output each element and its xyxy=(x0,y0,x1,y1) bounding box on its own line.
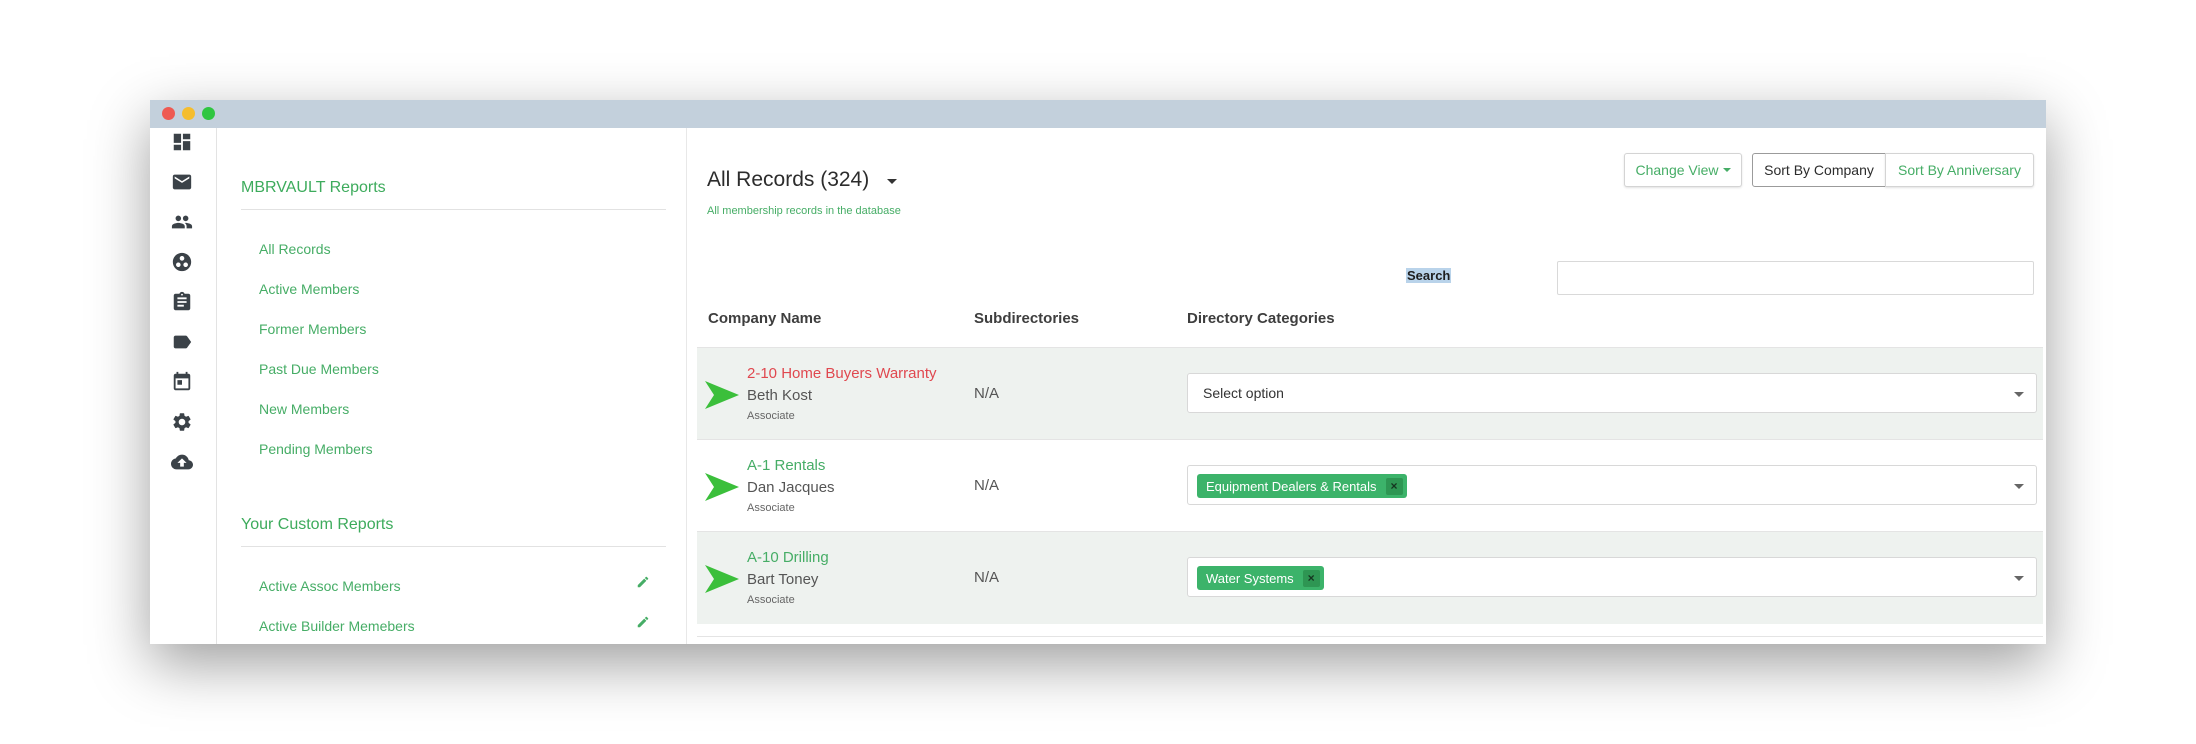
icon-nav-bar xyxy=(150,128,217,644)
table-row-partial xyxy=(697,636,2043,644)
chevron-down-icon xyxy=(2014,576,2024,581)
company-name-link[interactable]: A-10 Drilling xyxy=(747,549,829,566)
report-link-past-due-members[interactable]: Past Due Members xyxy=(259,361,379,377)
remove-tag-icon[interactable]: × xyxy=(1302,569,1320,587)
records-panel: All Records (324) All membership records… xyxy=(687,128,2046,644)
category-tag: Equipment Dealers & Rentals × xyxy=(1197,474,1407,498)
people-icon[interactable] xyxy=(170,210,194,234)
select-placeholder: Select option xyxy=(1203,385,1284,401)
remove-tag-icon[interactable]: × xyxy=(1385,477,1403,495)
member-role: Associate xyxy=(747,502,795,514)
gear-icon[interactable] xyxy=(170,410,194,434)
subdirectories-value: N/A xyxy=(974,385,1000,402)
mbrvault-reports-heading: MBRVAULT Reports xyxy=(241,179,666,210)
arrow-logo-icon xyxy=(703,380,741,410)
table-row: A-1 Rentals Dan Jacques Associate N/A Eq… xyxy=(697,439,2043,532)
column-header-subdirectories[interactable]: Subdirectories xyxy=(974,310,1079,327)
column-header-company-name[interactable]: Company Name xyxy=(708,310,821,327)
search-input[interactable] xyxy=(1557,261,2034,295)
chevron-down-icon xyxy=(2014,392,2024,397)
edit-icon[interactable] xyxy=(636,575,650,589)
contact-name: Beth Kost xyxy=(747,387,813,404)
dashboard-icon[interactable] xyxy=(170,130,194,154)
sort-by-company-button[interactable]: Sort By Company xyxy=(1752,153,1886,187)
company-name-link[interactable]: A-1 Rentals xyxy=(747,457,825,474)
contact-name: Dan Jacques xyxy=(747,479,835,496)
label-icon[interactable] xyxy=(170,330,194,354)
company-name-link[interactable]: 2-10 Home Buyers Warranty xyxy=(747,365,937,382)
member-role: Associate xyxy=(747,410,795,422)
caret-down-icon xyxy=(1722,168,1731,172)
clipboard-icon[interactable] xyxy=(170,290,194,314)
app-window: MBRVAULT Reports All Records Active Memb… xyxy=(150,100,2046,644)
custom-report-active-builder-members[interactable]: Active Builder Memebers xyxy=(259,618,415,634)
close-window-button[interactable] xyxy=(162,107,175,120)
arrow-logo-icon xyxy=(703,472,741,502)
mail-icon[interactable] xyxy=(170,170,194,194)
category-tag-label: Equipment Dealers & Rentals xyxy=(1206,478,1377,494)
subdirectories-value: N/A xyxy=(974,477,1000,494)
edit-icon[interactable] xyxy=(636,615,650,629)
minimize-window-button[interactable] xyxy=(182,107,195,120)
reports-sidebar: MBRVAULT Reports All Records Active Memb… xyxy=(216,128,687,644)
calendar-icon[interactable] xyxy=(170,370,194,394)
cloud-upload-icon[interactable] xyxy=(170,450,194,474)
subdirectories-value: N/A xyxy=(974,569,1000,586)
sort-by-anniversary-button[interactable]: Sort By Anniversary xyxy=(1885,153,2034,187)
custom-reports-heading: Your Custom Reports xyxy=(241,516,666,547)
directory-category-select[interactable]: Water Systems × xyxy=(1187,557,2037,597)
table-row: 2-10 Home Buyers Warranty Beth Kost Asso… xyxy=(697,347,2043,440)
directory-category-select[interactable]: Equipment Dealers & Rentals × xyxy=(1187,465,2037,505)
search-label: Search xyxy=(1406,268,1452,283)
report-link-former-members[interactable]: Former Members xyxy=(259,321,366,337)
page-subtitle: All membership records in the database xyxy=(707,205,901,217)
category-tag-label: Water Systems xyxy=(1206,570,1294,586)
report-link-active-members[interactable]: Active Members xyxy=(259,281,359,297)
report-link-pending-members[interactable]: Pending Members xyxy=(259,441,373,457)
maximize-window-button[interactable] xyxy=(202,107,215,120)
column-header-directory-categories[interactable]: Directory Categories xyxy=(1187,310,1335,327)
window-titlebar xyxy=(150,100,2046,128)
table-row: A-10 Drilling Bart Toney Associate N/A W… xyxy=(697,531,2043,624)
report-link-new-members[interactable]: New Members xyxy=(259,401,349,417)
custom-report-active-assoc-members[interactable]: Active Assoc Members xyxy=(259,578,401,594)
chevron-down-icon xyxy=(2014,484,2024,489)
category-tag: Water Systems × xyxy=(1197,566,1324,590)
report-link-all-records[interactable]: All Records xyxy=(259,241,331,257)
member-role: Associate xyxy=(747,594,795,606)
change-view-button[interactable]: Change View xyxy=(1624,153,1742,187)
caret-down-icon[interactable] xyxy=(887,179,897,184)
directory-category-select[interactable]: Select option xyxy=(1187,373,2037,413)
page-title[interactable]: All Records (324) xyxy=(707,168,869,192)
contact-name: Bart Toney xyxy=(747,571,819,588)
group-icon[interactable] xyxy=(170,250,194,274)
change-view-label: Change View xyxy=(1635,162,1719,178)
arrow-logo-icon xyxy=(703,564,741,594)
